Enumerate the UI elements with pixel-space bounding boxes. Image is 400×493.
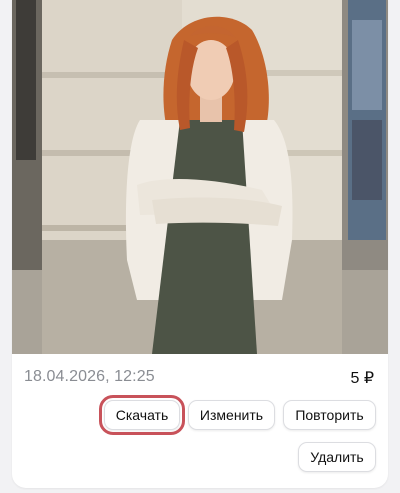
download-button[interactable]: Скачать [99,395,185,435]
generated-image-graphic [12,0,388,354]
item-meta: 18.04.2026, 12:25 5 ₽ [24,368,376,388]
generation-card: 18.04.2026, 12:25 5 ₽ Скачать Изменить П… [12,0,388,488]
creation-date: 18.04.2026, 12:25 [24,368,155,385]
repeat-button[interactable]: Повторить [283,400,376,430]
delete-button[interactable]: Удалить [298,442,376,472]
price-label: 5 ₽ [350,370,374,387]
edit-button[interactable]: Изменить [188,400,275,430]
generated-image[interactable] [12,0,388,354]
